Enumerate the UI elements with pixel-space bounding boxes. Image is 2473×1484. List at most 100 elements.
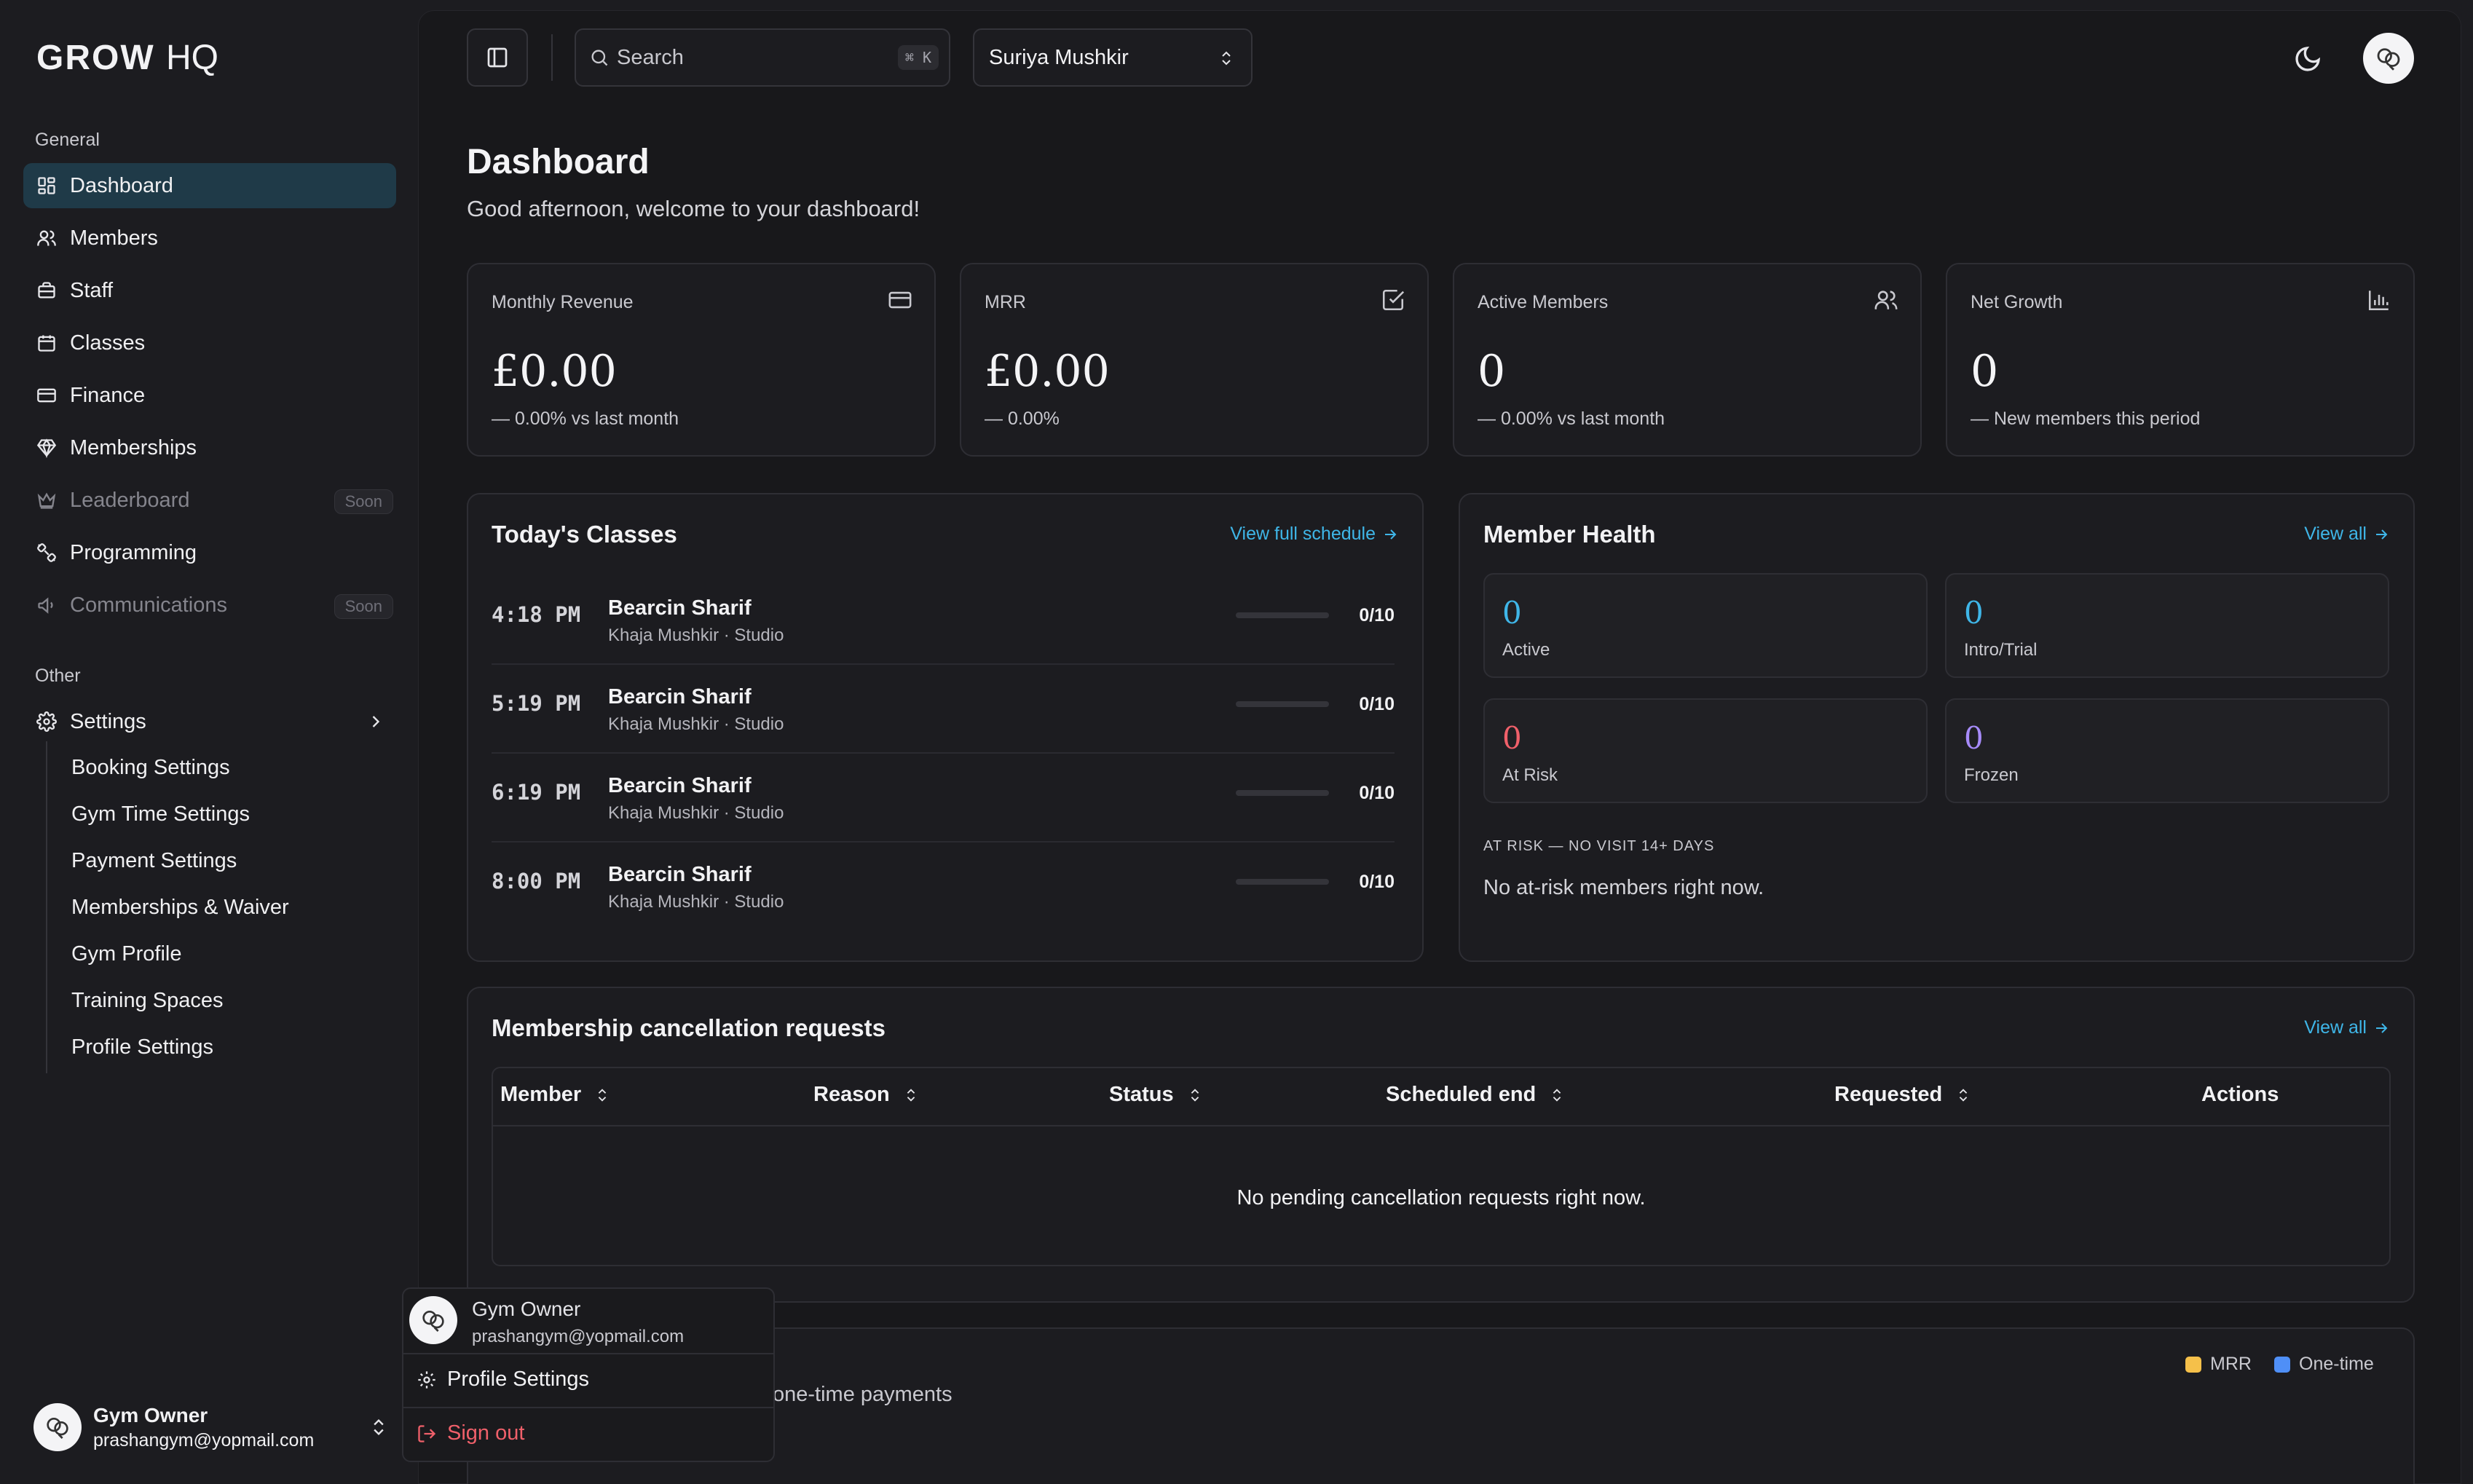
health-box-intro-trial[interactable]: 0 Intro/Trial [1945, 573, 2389, 678]
sidebar-user-menu-trigger[interactable]: Gym Owner prashangym@yopmail.com [33, 1400, 398, 1455]
sort-icon [1553, 1088, 1561, 1102]
class-row[interactable]: 5:19 PM Bearcin Sharif Khaja Mushkir · S… [492, 665, 1395, 754]
user-email: prashangym@yopmail.com [93, 1429, 315, 1451]
search-shortcut: ⌘ K [897, 45, 939, 70]
settings-sub-gym-time[interactable]: Gym Time Settings [71, 802, 250, 826]
sidebar-item-classes[interactable]: Classes [23, 320, 396, 366]
app-logo[interactable]: GROW HQ [36, 38, 218, 78]
stat-card-net-growth: Net Growth 0 — New members this period [1946, 263, 2415, 457]
sidebar-item-label: Memberships [70, 435, 197, 459]
column-label: Scheduled end [1386, 1083, 1537, 1106]
todays-classes-card: Today's Classes View full schedule 4:18 … [467, 493, 1424, 962]
class-row[interactable]: 8:00 PM Bearcin Sharif Khaja Mushkir · S… [492, 842, 1395, 931]
stat-delta: — 0.00% vs last month [492, 409, 679, 429]
settings-sub-payment[interactable]: Payment Settings [71, 849, 237, 873]
page-title: Dashboard [467, 143, 650, 181]
soon-badge: Soon [334, 489, 393, 514]
sidebar-item-programming[interactable]: Programming [23, 530, 396, 575]
view-all-cancellations-link[interactable]: View all [2304, 1017, 2390, 1038]
settings-sub-memberships-waiver[interactable]: Memberships & Waiver [71, 896, 289, 920]
sidebar-item-finance[interactable]: Finance [23, 373, 396, 418]
menu-item-label: Sign out [447, 1421, 525, 1445]
cancellation-requests-title: Membership cancellation requests [492, 1014, 886, 1041]
legend-swatch [2274, 1356, 2290, 1373]
health-value: 0 [1964, 595, 1984, 631]
at-risk-heading: AT RISK — NO VISIT 14+ DAYS [1483, 838, 1715, 854]
class-name: Bearcin Sharif [608, 685, 752, 709]
at-risk-empty-message: No at-risk members right now. [1483, 876, 1764, 899]
class-row[interactable]: 6:19 PM Bearcin Sharif Khaja Mushkir · S… [492, 754, 1395, 842]
sort-icon [1960, 1088, 1968, 1102]
health-value: 0 [1502, 720, 1522, 756]
health-box-active[interactable]: 0 Active [1483, 573, 1928, 678]
column-header-requested[interactable]: Requested [1834, 1083, 1971, 1107]
sidebar-item-label: Settings [70, 709, 146, 733]
theme-toggle-moon-icon[interactable] [2293, 44, 2322, 74]
arrow-right-icon [2376, 1022, 2388, 1033]
dumbbell-icon [35, 541, 58, 564]
sidebar-item-staff[interactable]: Staff [23, 268, 396, 313]
bar-chart-icon [2368, 291, 2389, 311]
view-all-health-link[interactable]: View all [2304, 524, 2390, 545]
view-full-schedule-link[interactable]: View full schedule [1230, 524, 1399, 545]
health-label: Frozen [1964, 765, 2019, 785]
class-time: 8:00 PM [492, 869, 581, 893]
topbar-divider [551, 34, 553, 81]
sidebar-toggle-button[interactable] [467, 28, 528, 87]
stat-delta: — New members this period [1971, 409, 2201, 429]
settings-sub-profile[interactable]: Profile Settings [71, 1035, 213, 1059]
sidebar-item-label: Members [70, 226, 158, 250]
column-header-scheduled-end[interactable]: Scheduled end [1386, 1083, 1565, 1107]
sidebar-item-leaderboard[interactable]: Leaderboard Soon [23, 478, 396, 523]
calendar-icon [35, 331, 58, 355]
avatar [33, 1403, 82, 1451]
health-box-frozen[interactable]: 0 Frozen [1945, 698, 2389, 803]
avatar[interactable] [2363, 33, 2414, 84]
general-group-label: General [35, 130, 100, 150]
sidebar-item-memberships[interactable]: Memberships [23, 425, 396, 470]
stat-value: £0.00 [985, 346, 1110, 397]
class-row[interactable]: 4:18 PM Bearcin Sharif Khaja Mushkir · S… [492, 576, 1395, 665]
column-header-reason[interactable]: Reason [813, 1083, 919, 1107]
stat-card-active-members: Active Members 0 — 0.00% vs last month [1453, 263, 1922, 457]
capacity-bar [1236, 612, 1329, 618]
stat-value: £0.00 [492, 346, 617, 397]
column-header-member[interactable]: Member [500, 1083, 610, 1107]
health-label: Active [1502, 640, 1550, 660]
menu-item-sign-out[interactable]: Sign out [417, 1421, 524, 1445]
health-box-at-risk[interactable]: 0 At Risk [1483, 698, 1928, 803]
class-time: 6:19 PM [492, 780, 581, 805]
sidebar-item-label: Classes [70, 331, 146, 355]
settings-sub-training-spaces[interactable]: Training Spaces [71, 989, 223, 1013]
column-label: Reason [813, 1083, 890, 1106]
gym-select-value: Suriya Mushkir [989, 45, 1129, 69]
other-group-label: Other [35, 666, 81, 686]
health-value: 0 [1964, 720, 1984, 756]
class-meta: Khaja Mushkir · Studio [608, 625, 784, 645]
sidebar-item-communications[interactable]: Communications Soon [23, 583, 396, 628]
stat-label: Net Growth [1971, 292, 2063, 312]
sidebar-item-members[interactable]: Members [23, 216, 396, 261]
user-dropdown-menu: Gym Owner prashangym@yopmail.com Profile… [402, 1287, 775, 1462]
stat-value: 0 [1478, 346, 1506, 397]
chevrons-up-down-icon [1222, 51, 1231, 66]
crown-icon [35, 489, 58, 512]
log-out-icon [418, 1424, 436, 1442]
sidebar-item-label: Leaderboard [70, 488, 190, 512]
class-name: Bearcin Sharif [608, 596, 752, 620]
search-input[interactable]: Search ⌘ K [575, 28, 950, 87]
todays-classes-title: Today's Classes [492, 521, 677, 548]
sidebar-item-dashboard[interactable]: Dashboard [23, 163, 396, 208]
settings-sub-booking[interactable]: Booking Settings [71, 756, 230, 780]
column-header-status[interactable]: Status [1109, 1083, 1203, 1107]
sidebar-item-settings[interactable]: Settings [23, 699, 396, 744]
class-meta: Khaja Mushkir · Studio [608, 714, 784, 734]
settings-sub-gym-profile[interactable]: Gym Profile [71, 942, 181, 966]
health-label: Intro/Trial [1964, 640, 2038, 660]
column-label: Actions [2201, 1083, 2279, 1106]
stat-delta-text: 0.00% vs last month [1500, 409, 1665, 429]
gym-select[interactable]: Suriya Mushkir [973, 28, 1253, 87]
menu-item-profile-settings[interactable]: Profile Settings [417, 1367, 589, 1392]
sort-icon [598, 1088, 607, 1102]
main-panel: Search ⌘ K Suriya Mushkir Dashboard Good… [418, 10, 2461, 1484]
